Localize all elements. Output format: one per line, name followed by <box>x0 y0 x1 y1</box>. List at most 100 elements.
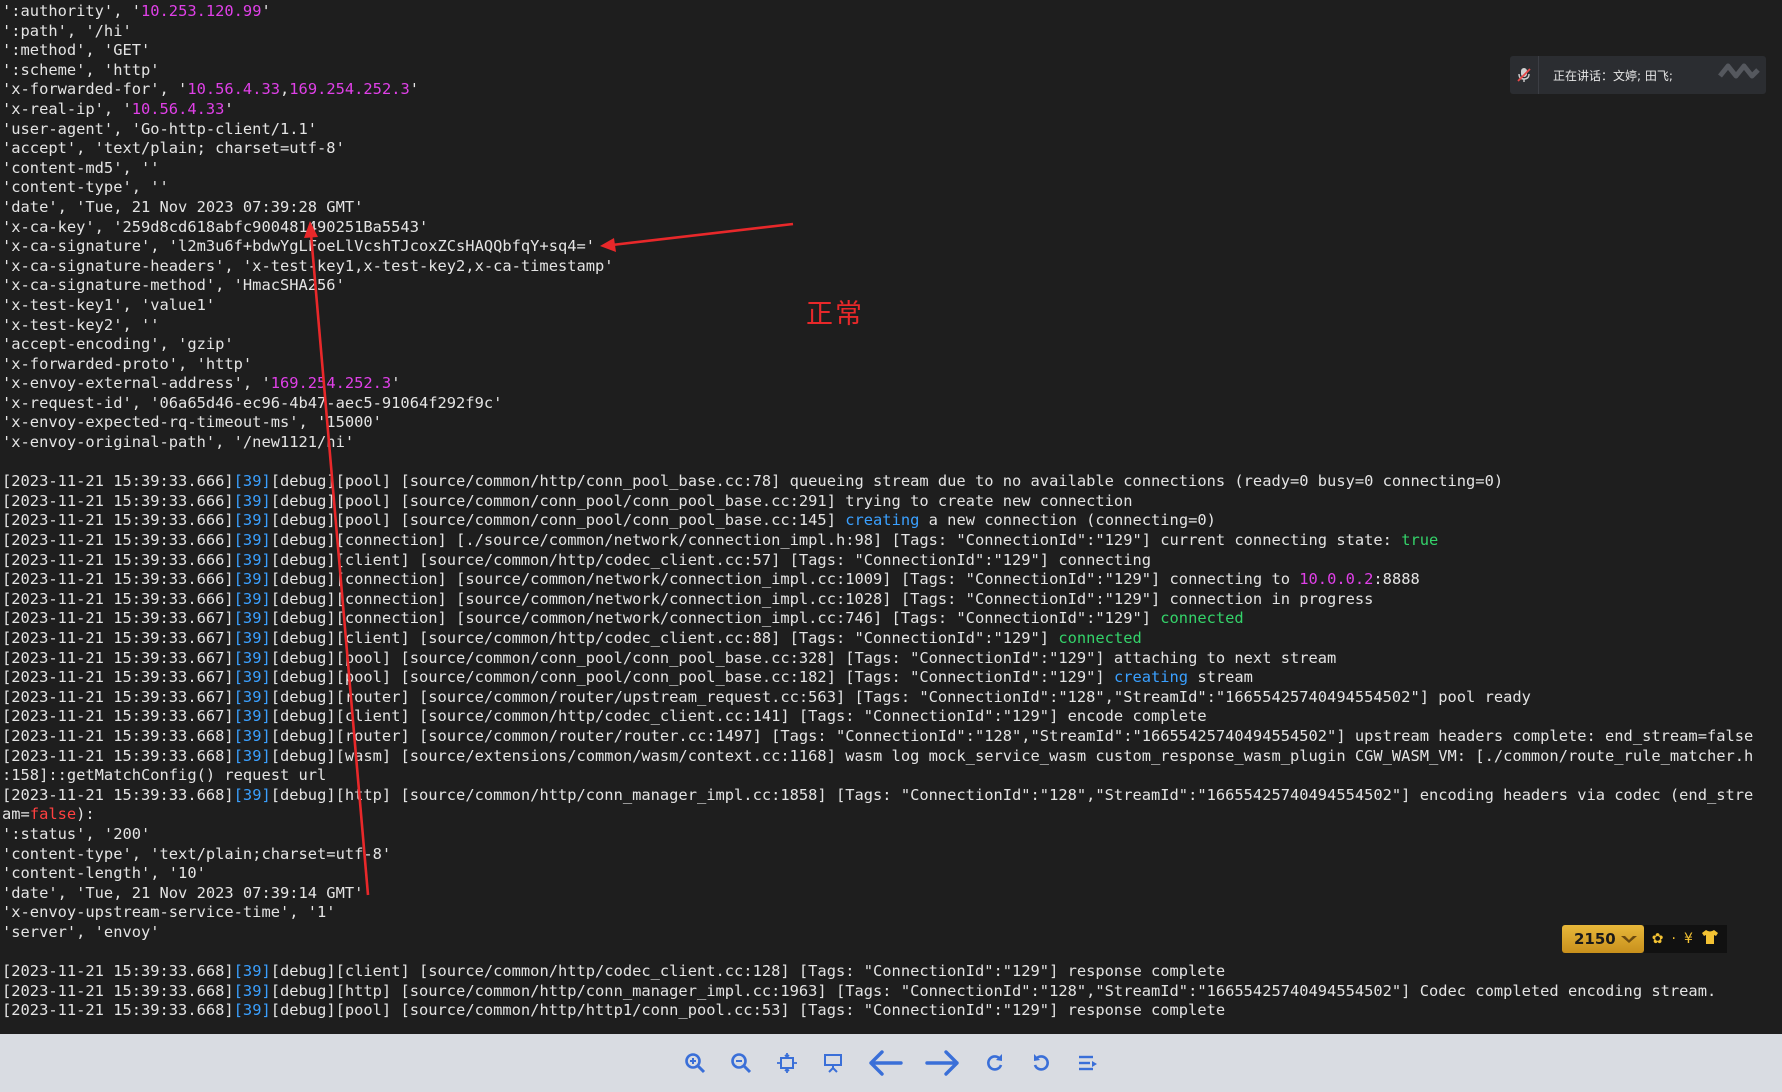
terminal-line: [2023-11-21 15:39:33.667][39][debug][cli… <box>0 707 1782 727</box>
terminal-text-segment: [2023-11-21 15:39:33.668] <box>2 1001 234 1020</box>
terminal-text-segment: [39] <box>233 550 271 569</box>
terminal-text-segment: [debug][pool] [source/common/http/http1/… <box>270 1001 1226 1020</box>
arrow-right-icon[interactable] <box>917 1043 969 1083</box>
terminal-text-segment: [debug][pool] [source/common/http/conn_p… <box>270 472 1504 491</box>
terminal-line: 'x-ca-signature-headers', 'x-test-key1,x… <box>0 257 1782 277</box>
present-icon[interactable] <box>813 1043 853 1083</box>
terminal-text-segment: 10.56.4.33 <box>131 99 225 118</box>
terminal-line: ':authority', '10.253.120.99' <box>0 2 1782 22</box>
terminal-text-segment: false <box>29 805 77 824</box>
terminal-text-segment: [2023-11-21 15:39:33.666] <box>2 511 234 530</box>
terminal-text-segment: creating <box>1113 668 1189 687</box>
zoom-in-icon[interactable] <box>675 1043 715 1083</box>
zoom-out-icon[interactable] <box>721 1043 761 1083</box>
terminal-line: 'accept-encoding', 'gzip' <box>0 335 1782 355</box>
terminal-text-segment: :158]::getMatchConfig() request url <box>2 766 327 785</box>
speaking-text: 正在讲话：文婷; 田飞; <box>1553 68 1673 83</box>
terminal-text-segment: [39] <box>233 707 271 726</box>
terminal-text-segment: [2023-11-21 15:39:33.667] <box>2 629 234 647</box>
terminal-text-segment: [39] <box>233 962 271 981</box>
terminal-text-segment: [39] <box>233 687 271 706</box>
terminal-text-segment: 'content-type', 'text/plain;charset=utf-… <box>2 844 392 863</box>
terminal-line: [2023-11-21 15:39:33.668][39][debug][cli… <box>0 962 1782 982</box>
more-menu-icon[interactable] <box>1067 1043 1107 1083</box>
arrow-left-icon[interactable] <box>859 1043 911 1083</box>
terminal-text-segment: [39] <box>233 648 271 667</box>
terminal-text-segment: [39] <box>233 472 271 491</box>
terminal-text-segment: 10.56.4.33 <box>187 80 280 99</box>
terminal-line: [2023-11-21 15:39:33.666][39][debug][cli… <box>0 551 1782 571</box>
terminal-text-segment: ' <box>261 2 271 20</box>
terminal-line: am=false): <box>0 805 1782 825</box>
shirt-icon[interactable] <box>1701 929 1719 949</box>
terminal-text-segment: [debug][router] [source/common/router/ro… <box>270 726 1754 745</box>
terminal-line: [2023-11-21 15:39:33.667][39][debug][cli… <box>0 629 1782 649</box>
terminal-text-segment: [debug][client] [source/common/http/code… <box>270 962 1226 981</box>
terminal-text-segment: connected <box>1058 629 1142 647</box>
terminal-text-segment: [debug][http] [source/common/http/conn_m… <box>270 785 1754 804</box>
terminal-text-segment: 10.253.120.99 <box>141 2 262 20</box>
terminal-text-segment: [2023-11-21 15:39:33.666] <box>2 491 234 510</box>
terminal-line: 'x-test-key1', 'value1' <box>0 296 1782 316</box>
terminal-text-segment: ':scheme', 'http' <box>2 60 160 79</box>
viewer-toolbar <box>0 1034 1782 1092</box>
terminal-text-segment: creating <box>845 511 920 530</box>
terminal-line: 'content-type', 'text/plain;charset=utf-… <box>0 845 1782 865</box>
terminal-line: 'x-test-key2', '' <box>0 316 1782 336</box>
terminal-text-segment: 'user-agent', 'Go-http-client/1.1' <box>2 119 318 138</box>
terminal-line: 'x-envoy-upstream-service-time', '1' <box>0 903 1782 923</box>
terminal-text-segment: true <box>1401 531 1439 550</box>
terminal-line: [2023-11-21 15:39:33.668][39][debug][was… <box>0 747 1782 767</box>
terminal-text-segment: 'x-test-key1', 'value1' <box>2 295 216 314</box>
terminal-text-segment: [2023-11-21 15:39:33.668] <box>2 962 234 981</box>
terminal-text-segment: ' <box>409 80 420 99</box>
terminal-line: [2023-11-21 15:39:33.668][39][debug][rou… <box>0 727 1782 747</box>
terminal-line: [2023-11-21 15:39:33.668][39][debug][htt… <box>0 786 1782 806</box>
terminal-text-segment: 10.0.0.2 <box>1299 570 1374 589</box>
rotate-counterclockwise-icon[interactable] <box>1021 1043 1061 1083</box>
meeting-speaker-banner[interactable]: 正在讲话：文婷; 田飞; <box>1510 56 1766 94</box>
gift-icons[interactable]: ✿ · ¥ <box>1643 925 1727 953</box>
score-widget[interactable]: 2150 ✿ · ¥ <box>1562 924 1727 954</box>
terminal-text-segment: 'content-md5', '' <box>2 158 160 177</box>
terminal-text-segment: [debug][pool] [source/common/conn_pool/c… <box>270 511 846 530</box>
fit-window-icon[interactable] <box>767 1043 807 1083</box>
terminal-text-segment: 'x-real-ip', ' <box>2 99 132 118</box>
terminal-text-segment: 'date', 'Tue, 21 Nov 2023 07:39:14 GMT' <box>2 883 364 902</box>
terminal-text-segment: 'date', 'Tue, 21 Nov 2023 07:39:28 GMT' <box>2 197 364 216</box>
flower-icon[interactable]: ✿ <box>1652 931 1664 947</box>
terminal-text-segment: am= <box>2 805 30 824</box>
terminal-text-segment: [39] <box>233 1001 271 1020</box>
terminal-text-segment: 169.254.252.3 <box>289 80 410 99</box>
yen-icon[interactable]: ¥ <box>1684 931 1693 947</box>
terminal-text-segment: [2023-11-21 15:39:33.666] <box>2 589 234 608</box>
terminal-line: [2023-11-21 15:39:33.667][39][debug][poo… <box>0 668 1782 688</box>
terminal-line: 'x-forwarded-proto', 'http' <box>0 355 1782 375</box>
terminal-text-segment: 'x-request-id', '06a65d46-ec96-4b47-aec5… <box>2 393 503 412</box>
terminal-text-segment: [39] <box>233 609 271 628</box>
muted-mic-icon[interactable] <box>1510 56 1539 94</box>
terminal-text-segment: [2023-11-21 15:39:33.666] <box>2 531 234 550</box>
terminal-text-segment: 'content-type', '' <box>2 178 169 197</box>
terminal-line: [2023-11-21 15:39:33.668][39][debug][htt… <box>0 982 1782 1002</box>
terminal-text-segment: 'server', 'envoy' <box>2 922 160 941</box>
rotate-clockwise-icon[interactable] <box>975 1043 1015 1083</box>
terminal-text-segment: 169.254.252.3 <box>270 374 392 393</box>
terminal-output: ':authority', '10.253.120.99' ':path', '/… <box>0 0 1782 1034</box>
terminal-line: [2023-11-21 15:39:33.666][39][debug][poo… <box>0 472 1782 492</box>
score-value: 2150 <box>1574 930 1616 948</box>
terminal-text-segment: [39] <box>233 511 271 530</box>
terminal-line: 'x-ca-key', '259d8cd618abfc900481490251B… <box>0 218 1782 238</box>
terminal-line: [2023-11-21 15:39:33.668][39][debug][poo… <box>0 1001 1782 1021</box>
terminal-text-segment: [39] <box>233 491 271 510</box>
terminal-text-segment: [2023-11-21 15:39:33.667] <box>2 609 234 628</box>
terminal-line: 'user-agent', 'Go-http-client/1.1' <box>0 120 1782 140</box>
terminal-line: [2023-11-21 15:39:33.667][39][debug][con… <box>0 609 1782 629</box>
terminal-text-segment: 'x-ca-signature-headers', 'x-test-key1,x… <box>2 256 614 275</box>
terminal-text-segment: [debug][pool] [source/common/conn_pool/c… <box>270 648 1337 667</box>
terminal-text-segment: [debug][router] [source/common/router/up… <box>270 687 1531 706</box>
terminal-text-segment: 'x-ca-key', '259d8cd618abfc900481490251B… <box>2 217 429 236</box>
terminal-line: 'x-ca-signature', 'l2m3u6f+bdwYgLFoeLlVc… <box>0 237 1782 257</box>
score-pill[interactable]: 2150 <box>1562 925 1644 953</box>
